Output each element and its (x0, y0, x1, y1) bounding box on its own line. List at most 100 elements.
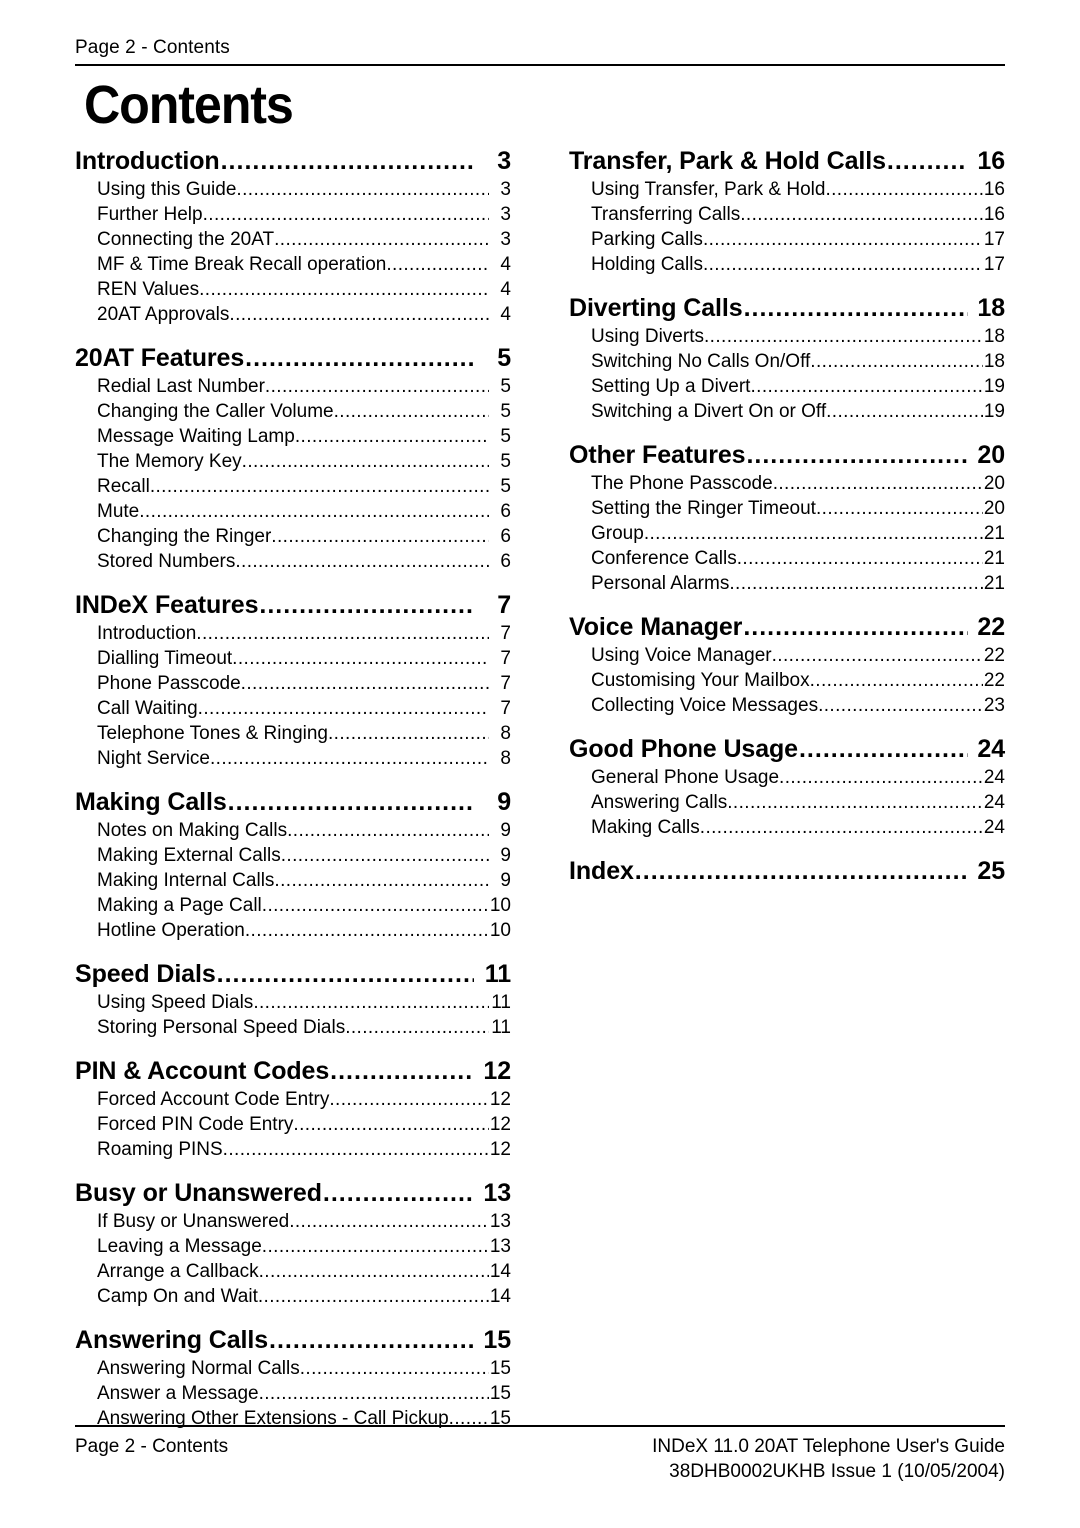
toc-sub-entry[interactable]: Mute....................................… (75, 499, 511, 524)
toc-heading-entry[interactable]: Diverting Calls.........................… (569, 293, 1005, 324)
toc-heading-entry[interactable]: Introduction............................… (75, 146, 511, 177)
toc-sub-label: Forced Account Code Entry (97, 1089, 330, 1110)
toc-sub-entry[interactable]: Answering Calls.........................… (569, 790, 1005, 815)
toc-sub-entry[interactable]: Using Diverts...........................… (569, 324, 1005, 349)
toc-sub-page-number: 15 (489, 1383, 511, 1404)
toc-sub-entry[interactable]: Setting Up a Divert.....................… (569, 374, 1005, 399)
toc-heading-entry[interactable]: Answering Calls.........................… (75, 1325, 511, 1356)
toc-sub-entry[interactable]: Using Voice Manager.....................… (569, 643, 1005, 668)
dot-leader: ........................................… (826, 401, 983, 422)
toc-sub-entry[interactable]: Holding Calls...........................… (569, 252, 1005, 277)
toc-sub-page-number: 19 (983, 376, 1005, 397)
toc-sub-page-number: 7 (500, 648, 511, 669)
toc-sub-entry[interactable]: Setting the Ringer Timeout..............… (569, 496, 1005, 521)
toc-sub-entry[interactable]: REN Values..............................… (75, 277, 511, 302)
toc-sub-entry[interactable]: Transferring Calls......................… (569, 202, 1005, 227)
toc-sub-entry[interactable]: General Phone Usage.....................… (569, 765, 1005, 790)
toc-sub-entry[interactable]: Customising Your Mailbox................… (569, 668, 1005, 693)
toc-sub-entry[interactable]: Answering Normal Calls..................… (75, 1356, 511, 1381)
page-header: Page 2 - Contents (75, 36, 1005, 66)
toc-sub-entry[interactable]: Storing Personal Speed Dials............… (75, 1015, 511, 1040)
toc-sub-entry[interactable]: Using Speed Dials.......................… (75, 990, 511, 1015)
toc-sub-entry[interactable]: Using Transfer, Park & Hold.............… (569, 177, 1005, 202)
toc-heading-entry[interactable]: Voice Manager...........................… (569, 612, 1005, 643)
toc-sub-entry[interactable]: Switching No Calls On/Off...............… (569, 349, 1005, 374)
page-header-text: Page 2 - Contents (75, 37, 230, 58)
toc-sub-entry[interactable]: The Memory Key..........................… (75, 449, 511, 474)
toc-sub-entry[interactable]: Conference Calls........................… (569, 546, 1005, 571)
toc-sub-entry[interactable]: Changing the Ringer.....................… (75, 524, 511, 549)
header-divider (75, 64, 1005, 66)
toc-heading-entry[interactable]: INDeX Features..........................… (75, 590, 511, 621)
toc-heading-page-number: 18 (977, 294, 1005, 322)
toc-sub-entry[interactable]: Connecting the 20AT.....................… (75, 227, 511, 252)
toc-heading-entry[interactable]: Making Calls............................… (75, 787, 511, 818)
toc-sub-entry[interactable]: Collecting Voice Messages...............… (569, 693, 1005, 718)
toc-heading-entry[interactable]: PIN & Account Codes.....................… (75, 1056, 511, 1087)
toc-group: Diverting Calls.........................… (569, 293, 1005, 424)
toc-sub-label: Telephone Tones & Ringing (97, 723, 328, 744)
toc-sub-label: Message Waiting Lamp (97, 426, 295, 447)
toc-heading-label: Introduction (75, 147, 220, 175)
toc-heading-page-number: 12 (483, 1057, 511, 1085)
toc-sub-label: Using Transfer, Park & Hold (591, 179, 826, 200)
toc-sub-entry[interactable]: Using this Guide........................… (75, 177, 511, 202)
toc-sub-entry[interactable]: Message Waiting Lamp....................… (75, 424, 511, 449)
toc-sub-entry[interactable]: Phone Passcode..........................… (75, 671, 511, 696)
toc-sub-entry[interactable]: Roaming PINS............................… (75, 1137, 511, 1162)
toc-heading-page-number: 9 (497, 788, 511, 816)
toc-sub-entry[interactable]: Group...................................… (569, 521, 1005, 546)
toc-sub-entry[interactable]: Stored Numbers..........................… (75, 549, 511, 574)
toc-sub-entry[interactable]: Night Service...........................… (75, 746, 511, 771)
toc-sub-page-number: 7 (500, 623, 511, 644)
toc-sub-entry[interactable]: Notes on Making Calls...................… (75, 818, 511, 843)
toc-heading-entry[interactable]: 20AT Features...........................… (75, 343, 511, 374)
toc-sub-entry[interactable]: The Phone Passcode......................… (569, 471, 1005, 496)
toc-sub-entry[interactable]: Call Waiting............................… (75, 696, 511, 721)
toc-sub-page-number: 22 (983, 670, 1005, 691)
toc-sub-entry[interactable]: MF & Time Break Recall operation........… (75, 252, 511, 277)
toc-sub-entry[interactable]: Recall..................................… (75, 474, 511, 499)
toc-heading-entry[interactable]: Speed Dials.............................… (75, 959, 511, 990)
toc-sub-label: Hotline Operation (97, 920, 245, 941)
toc-sub-entry[interactable]: Making Calls............................… (569, 815, 1005, 840)
toc-sub-entry[interactable]: Forced PIN Code Entry...................… (75, 1112, 511, 1137)
dot-leader: ........................................… (330, 1057, 474, 1085)
toc-heading-entry[interactable]: Busy or Unanswered......................… (75, 1178, 511, 1209)
toc-sub-page-number: 24 (983, 817, 1005, 838)
toc-heading-entry[interactable]: Transfer, Park & Hold Calls.............… (569, 146, 1005, 177)
toc-sub-entry[interactable]: Introduction............................… (75, 621, 511, 646)
dot-leader: ........................................… (199, 279, 489, 300)
toc-sub-entry[interactable]: Switching a Divert On or Off............… (569, 399, 1005, 424)
toc-sub-page-number: 6 (500, 526, 511, 547)
toc-sub-entry[interactable]: Making a Page Call......................… (75, 893, 511, 918)
toc-sub-entry[interactable]: Arrange a Callback......................… (75, 1259, 511, 1284)
toc-sub-entry[interactable]: Personal Alarms.........................… (569, 571, 1005, 596)
toc-sub-entry[interactable]: Answer a Message........................… (75, 1381, 511, 1406)
toc-heading-entry[interactable]: Good Phone Usage........................… (569, 734, 1005, 765)
dot-leader: ........................................… (329, 1089, 489, 1110)
toc-sub-entry[interactable]: Leaving a Message.......................… (75, 1234, 511, 1259)
toc-sub-entry[interactable]: Further Help............................… (75, 202, 511, 227)
toc-sub-entry[interactable]: Making Internal Calls...................… (75, 868, 511, 893)
toc-sub-page-number: 10 (489, 920, 511, 941)
toc-sub-page-number: 20 (983, 498, 1005, 519)
toc-sub-entry[interactable]: Parking Calls...........................… (569, 227, 1005, 252)
toc-sub-entry[interactable]: Redial Last Number......................… (75, 374, 511, 399)
toc-heading-entry[interactable]: Index...................................… (569, 856, 1005, 887)
toc-sub-entry[interactable]: Forced Account Code Entry...............… (75, 1087, 511, 1112)
toc-sub-label: Switching No Calls On/Off (591, 351, 811, 372)
toc-heading-entry[interactable]: Other Features..........................… (569, 440, 1005, 471)
contents-page: Page 2 - Contents Contents Introduction.… (0, 0, 1080, 1528)
toc-sub-label: Changing the Ringer (97, 526, 272, 547)
dot-leader: ........................................… (232, 648, 489, 669)
toc-sub-entry[interactable]: 20AT Approvals..........................… (75, 302, 511, 327)
toc-sub-entry[interactable]: If Busy or Unanswered...................… (75, 1209, 511, 1234)
toc-sub-entry[interactable]: Camp On and Wait........................… (75, 1284, 511, 1309)
toc-sub-entry[interactable]: Changing the Caller Volume..............… (75, 399, 511, 424)
toc-sub-entry[interactable]: Making External Calls...................… (75, 843, 511, 868)
toc-sub-entry[interactable]: Hotline Operation.......................… (75, 918, 511, 943)
toc-sub-entry[interactable]: Telephone Tones & Ringing...............… (75, 721, 511, 746)
toc-sub-entry[interactable]: Dialling Timeout........................… (75, 646, 511, 671)
dot-leader: ........................................… (729, 573, 983, 594)
